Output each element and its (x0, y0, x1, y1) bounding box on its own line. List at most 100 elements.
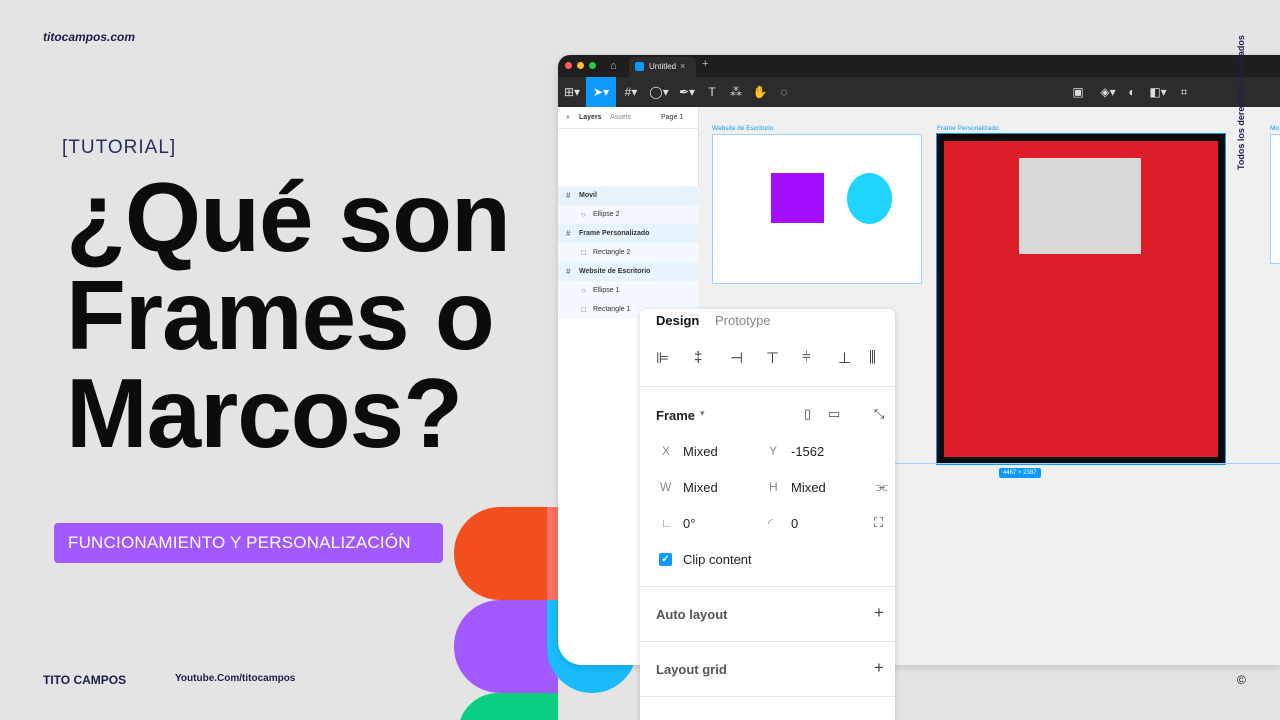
move-tool-icon[interactable]: ➤▾ (586, 77, 616, 107)
close-window-button[interactable] (565, 62, 572, 69)
frame-label-mobile[interactable]: Mo (1270, 125, 1279, 132)
ellipse-1[interactable] (847, 173, 892, 224)
layers-header: ⌕ Layers Assets Page 1 (558, 107, 699, 129)
rectangle-1[interactable] (771, 173, 824, 223)
figma-logo-green (458, 693, 558, 720)
frame-custom[interactable] (936, 133, 1226, 465)
figma-logo-purple (454, 600, 558, 693)
youtube-link: Youtube.Com/titocampos (175, 673, 296, 684)
minimize-window-button[interactable] (577, 62, 584, 69)
frame-website[interactable] (712, 134, 922, 284)
frame-label-custom[interactable]: Frame Personalizado (937, 125, 999, 132)
comment-tool-icon[interactable]: ◌ (776, 77, 792, 107)
add-layout-grid-icon[interactable]: + (874, 658, 884, 678)
home-icon[interactable]: ⌂ (610, 60, 617, 72)
align-bottom-icon[interactable]: ⊥ (838, 349, 851, 367)
frame-label-website[interactable]: Website de Escritorio (712, 125, 773, 132)
figma-logo-orange (454, 507, 558, 600)
corner-radius-icon: ◜ (768, 516, 773, 530)
portrait-icon[interactable]: ▯ (804, 406, 811, 422)
rights-notice: Todos los derechos reservados (1236, 35, 1246, 170)
file-icon (635, 62, 644, 71)
main-menu-icon[interactable]: ⊞▾ (562, 77, 582, 107)
y-label: Y (769, 444, 778, 458)
new-tab-button[interactable]: + (702, 58, 708, 70)
align-left-icon[interactable]: ⊫ (656, 349, 669, 367)
layer-row[interactable]: ○ Ellipse 2 (558, 205, 699, 224)
tab-assets[interactable]: Assets (610, 114, 631, 121)
page-selector[interactable]: Page 1 (661, 114, 683, 121)
component-icon[interactable]: ◈▾ (1096, 77, 1120, 107)
copyright-symbol: © (1237, 673, 1246, 687)
frame-icon: # (566, 229, 571, 238)
title-bar: ⌂ Untitled × + (558, 55, 1280, 77)
clip-content-checkbox[interactable]: ✓ (659, 553, 672, 566)
headline: ¿Qué son Frames o Marcos? (66, 162, 511, 468)
maximize-window-button[interactable] (589, 62, 596, 69)
rectangle-icon: □ (581, 305, 586, 314)
boolean-icon[interactable]: ◧▾ (1146, 77, 1170, 107)
align-top-icon[interactable]: ⊤ (766, 349, 779, 367)
independent-corners-icon[interactable]: ⛶ (874, 515, 883, 531)
rectangle-icon: □ (581, 248, 586, 257)
divider (640, 641, 895, 642)
pen-tool-icon[interactable]: ✒▾ (676, 77, 698, 107)
tab-untitled[interactable]: Untitled × (629, 57, 696, 77)
distribute-icon[interactable]: ⫼ (869, 349, 876, 366)
radius-value[interactable]: 0 (791, 516, 798, 531)
layout-grid-title: Layout grid (656, 662, 727, 677)
text-tool-icon[interactable]: T (704, 77, 720, 107)
search-icon[interactable]: ⌕ (566, 114, 570, 122)
resize-to-fit-icon[interactable]: ⤡ (874, 406, 884, 422)
landscape-icon[interactable]: ▭ (828, 406, 840, 422)
subtitle-pill: FUNCIONAMIENTO Y PERSONALIZACIÓN (54, 523, 443, 563)
ellipse-icon: ○ (581, 210, 586, 219)
tab-design[interactable]: Design (656, 313, 699, 328)
ellipse-icon: ○ (581, 286, 586, 295)
w-value[interactable]: Mixed (683, 480, 718, 495)
h-value[interactable]: Mixed (791, 480, 826, 495)
design-panel: Design Prototype ⊫ ‡ ⊣ ⊤ ⫩ ⊥ ⫼ Frame ▾ ▯… (640, 309, 895, 720)
frame-section-title[interactable]: Frame (656, 408, 695, 423)
frame-selection-icon[interactable]: ▣ (1070, 77, 1086, 107)
w-label: W (660, 480, 672, 494)
size-badge: 4467 × 2387 (999, 468, 1041, 478)
divider (640, 696, 895, 697)
y-value[interactable]: -1562 (791, 444, 824, 459)
toolbar: ⊞▾ ➤▾ #▾ ◯▾ ✒▾ T ⁂ ✋ ◌ ▣ ◈▾ ◐ ◧▾ ⌗ (558, 77, 1280, 107)
mask-icon[interactable]: ◐ (1124, 77, 1140, 107)
rotation-icon: ∟ (661, 516, 673, 530)
layer-row[interactable]: # Movil (558, 186, 699, 205)
chevron-down-icon[interactable]: ▾ (700, 408, 705, 419)
frame-tool-icon[interactable]: #▾ (620, 77, 642, 107)
rotation-value[interactable]: 0° (683, 516, 695, 531)
rectangle-2[interactable] (1019, 158, 1141, 254)
x-label: X (662, 444, 671, 458)
layer-row[interactable]: ○ Ellipse 1 (558, 281, 699, 300)
divider (640, 586, 895, 587)
close-tab-icon[interactable]: × (680, 61, 685, 71)
auto-layout-title: Auto layout (656, 607, 728, 622)
layer-row[interactable]: # Frame Personalizado (558, 224, 699, 243)
add-auto-layout-icon[interactable]: + (874, 603, 884, 623)
hand-tool-icon[interactable]: ✋ (752, 77, 768, 107)
shape-tool-icon[interactable]: ◯▾ (648, 77, 670, 107)
align-vertical-center-icon[interactable]: ⫩ (802, 349, 811, 366)
constrain-proportions-icon[interactable]: ⫘ (876, 479, 888, 495)
align-toolbar: ⊫ ‡ ⊣ ⊤ ⫩ ⊥ ⫼ (640, 349, 895, 387)
x-value[interactable]: Mixed (683, 444, 718, 459)
tab-label: Untitled (649, 62, 677, 71)
figma-logo-red (547, 507, 558, 600)
layer-row[interactable]: # Website de Escritorio (558, 262, 699, 281)
frame-mobile[interactable] (1270, 134, 1280, 264)
tab-layers[interactable]: Layers (579, 114, 602, 121)
crop-icon[interactable]: ⌗ (1176, 77, 1192, 107)
align-right-icon[interactable]: ⊣ (730, 349, 743, 367)
align-horizontal-center-icon[interactable]: ‡ (694, 349, 702, 366)
frame-icon: # (566, 191, 571, 200)
resources-icon[interactable]: ⁂ (728, 77, 744, 107)
layer-row[interactable]: □ Rectangle 2 (558, 243, 699, 262)
tab-prototype[interactable]: Prototype (715, 313, 771, 328)
clip-content-label[interactable]: Clip content (683, 552, 752, 567)
site-url: titocampos.com (43, 30, 136, 44)
